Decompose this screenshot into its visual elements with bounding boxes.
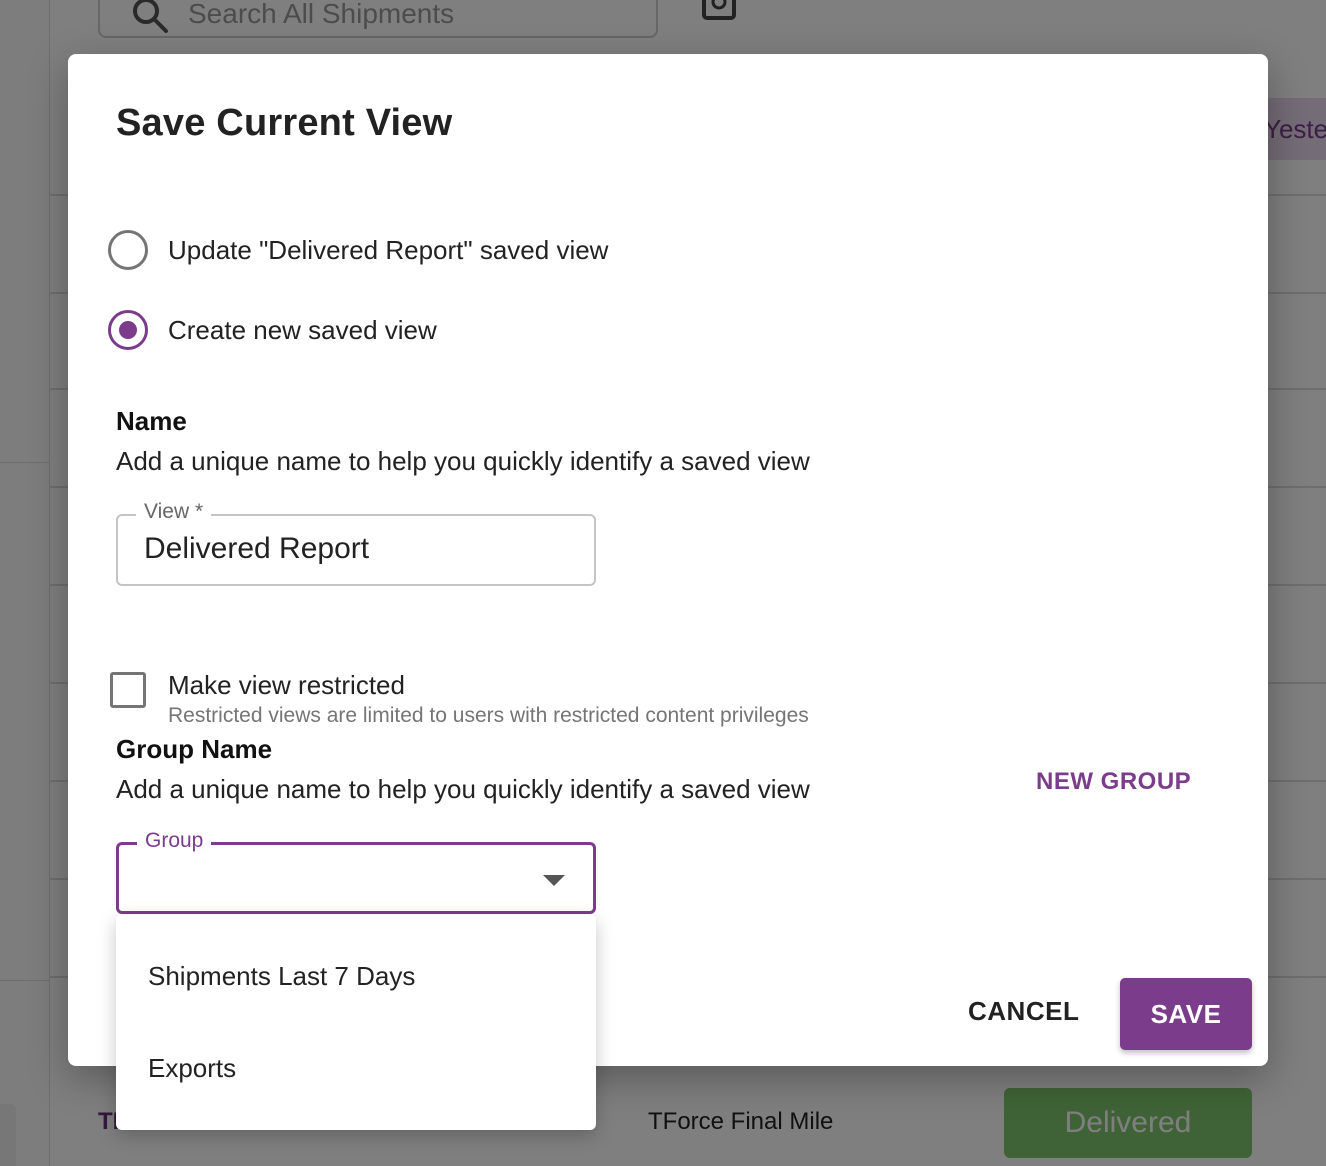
option-create-view[interactable]: Create new saved view	[108, 310, 437, 350]
menu-item-exports[interactable]: Exports	[116, 1022, 596, 1114]
radio-create-view[interactable]	[108, 310, 148, 350]
view-name-label: View *	[136, 500, 212, 524]
view-name-value[interactable]: Delivered Report	[144, 532, 369, 566]
menu-item-shipments-last-7-days[interactable]: Shipments Last 7 Days	[116, 930, 596, 1022]
group-select-label: Group	[137, 829, 212, 853]
name-section-title: Name	[116, 406, 187, 436]
group-section-title: Group Name	[116, 734, 273, 764]
dialog-title: Save Current View	[116, 102, 453, 144]
option-update-view-label: Update "Delivered Report" saved view	[168, 234, 609, 265]
view-name-field[interactable]: View * Delivered Report	[116, 500, 596, 586]
dropdown-arrow-icon[interactable]	[543, 875, 565, 886]
new-group-button[interactable]: NEW GROUP	[1036, 768, 1191, 796]
restricted-label: Make view restricted	[168, 670, 405, 700]
radio-update-view[interactable]	[108, 230, 148, 270]
name-section-description: Add a unique name to help you quickly id…	[116, 446, 810, 476]
group-section-description: Add a unique name to help you quickly id…	[116, 774, 810, 804]
restricted-helper-text: Restricted views are limited to users wi…	[168, 704, 809, 727]
option-update-view[interactable]: Update "Delivered Report" saved view	[108, 230, 608, 270]
save-button[interactable]: SAVE	[1120, 978, 1252, 1050]
restricted-checkbox[interactable]	[110, 672, 146, 708]
group-dropdown-menu: Shipments Last 7 Days Exports	[116, 914, 596, 1130]
cancel-button[interactable]: CANCEL	[968, 996, 1079, 1027]
option-create-view-label: Create new saved view	[168, 314, 437, 345]
group-select[interactable]: Group	[116, 829, 596, 914]
